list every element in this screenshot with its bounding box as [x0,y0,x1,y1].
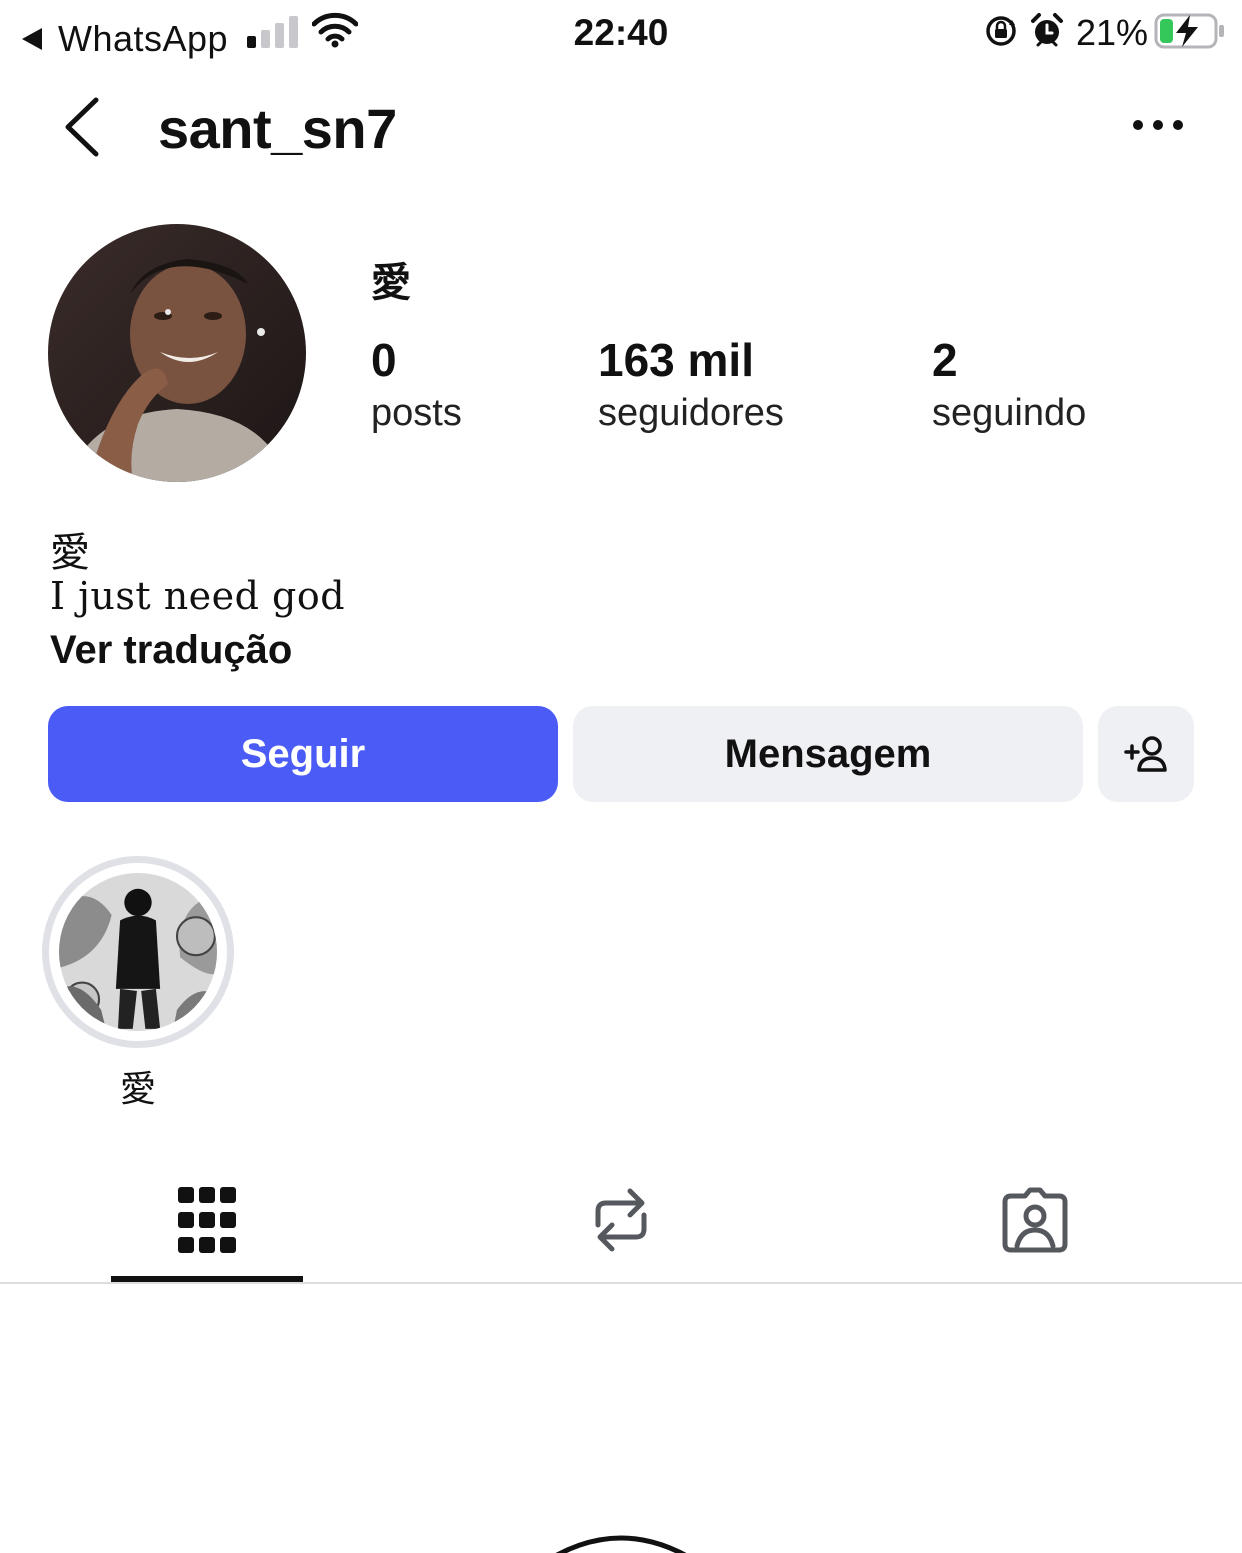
reposts-icon [595,1188,647,1252]
tagged-icon [1002,1187,1068,1253]
bio-name: 愛 [50,531,90,575]
stat-label: seguidores [598,392,784,434]
active-tab-indicator [111,1276,303,1282]
stat-label: posts [371,392,462,434]
follow-button[interactable]: Seguir [48,706,558,802]
profile-username: sant_sn7 [158,97,397,160]
tab-posts-grid[interactable] [111,1160,303,1280]
stat-value: 163 mil [598,334,754,386]
stat-label: seguindo [932,392,1087,434]
message-button[interactable]: Mensagem [573,706,1083,802]
profile-display-name: 愛 [371,261,411,305]
stat-posts[interactable]: 0 posts [371,334,462,436]
chevron-left-icon[interactable] [58,94,108,160]
alarm-icon [1031,13,1063,47]
suggested-users-button[interactable] [1098,706,1194,802]
battery-percent: 21% [1076,12,1149,53]
see-translation-link[interactable]: Ver tradução [50,628,292,673]
more-horizontal-icon[interactable] [1128,110,1188,140]
empty-state-circle-icon [555,1535,687,1553]
profile-tabs [0,1160,1242,1284]
orientation-lock-icon [986,16,1016,46]
stat-value: 2 [932,334,958,386]
profile-avatar[interactable] [48,224,306,482]
highlight-cover-image [59,873,217,1031]
highlight-label: 愛 [119,1068,156,1109]
profile-header: sant_sn7 [0,80,1242,176]
tab-reposts[interactable] [525,1160,717,1280]
add-user-icon [1124,736,1167,772]
stat-value: 0 [371,334,397,386]
story-highlight[interactable] [42,856,234,1048]
bio-text: I just need god [50,574,346,618]
stat-following[interactable]: 2 seguindo [932,334,1086,436]
tab-tagged[interactable] [939,1160,1131,1280]
grid-icon [178,1187,236,1253]
stat-followers[interactable]: 163 mil seguidores [598,334,784,436]
battery-icon [1154,13,1224,49]
status-bar: WhatsApp 22:40 21% [0,0,1242,64]
